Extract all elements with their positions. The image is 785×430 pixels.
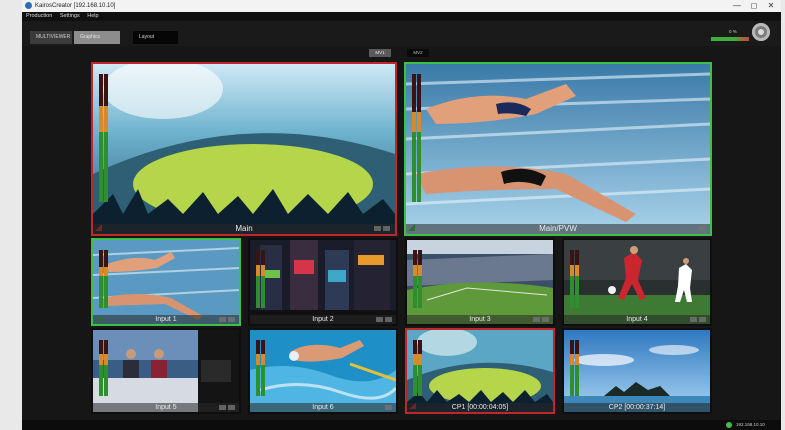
maximize-button[interactable]: ◻: [747, 1, 761, 11]
scene-sky-island: [564, 330, 710, 412]
menu-settings[interactable]: Settings: [60, 13, 80, 19]
menu-help[interactable]: Help: [87, 13, 98, 19]
tile-label: CP1 [00:00:04:05]: [407, 403, 553, 412]
connection-status-icon: [726, 422, 732, 428]
tile-label: Input 4: [564, 315, 710, 324]
audio-meter: [99, 250, 109, 308]
audio-meter: [256, 340, 266, 396]
audio-meter: [413, 250, 423, 308]
audio-level-bar: [711, 37, 749, 41]
tile-label: CP2 [00:00:37:14]: [564, 403, 710, 412]
audio-meter: [256, 250, 266, 308]
title-bar: KairosCreator [192.168.10.10] — ◻ ✕: [22, 0, 781, 12]
status-ip-address: 192.168.10.10: [736, 422, 765, 427]
scene-stadium: [407, 330, 553, 412]
tile-label: Input 3: [407, 315, 553, 324]
tile-input-4[interactable]: Input 4: [562, 238, 712, 326]
layout-button[interactable]: Layout: [133, 31, 178, 44]
scene-swimmer: [250, 330, 396, 412]
tile-main[interactable]: Main: [91, 62, 397, 236]
minimize-button[interactable]: —: [730, 1, 744, 11]
status-bar: [22, 420, 781, 430]
audio-meter: [99, 74, 109, 202]
tile-label: Input 5: [93, 403, 239, 412]
record-button[interactable]: [752, 23, 770, 41]
scene-city-night: [250, 240, 396, 324]
tile-label: Input 6: [250, 403, 396, 412]
tile-label: Main: [93, 224, 395, 234]
tile-main-pvw[interactable]: Main/PVW: [404, 62, 712, 236]
scene-stadium: [93, 64, 395, 234]
tile-input-2[interactable]: Input 2: [248, 238, 398, 326]
tile-input-1[interactable]: Input 1: [91, 238, 241, 326]
tile-input-5[interactable]: Input 5: [91, 328, 241, 414]
tab-mv2[interactable]: MV2: [407, 49, 429, 57]
audio-meter: [412, 74, 422, 202]
tile-label: Input 1: [93, 315, 239, 324]
scene-stadium-day: [407, 240, 553, 324]
tile-input-6[interactable]: Input 6: [248, 328, 398, 414]
app-window: KairosCreator [192.168.10.10] — ◻ ✕ Prod…: [22, 0, 781, 430]
tile-label: Main/PVW: [406, 224, 710, 234]
menu-production[interactable]: Production: [26, 13, 52, 19]
multiviewer-button[interactable]: MULTIVIEWER: [30, 31, 72, 44]
scene-swim-pool: [93, 240, 239, 324]
tab-mv1[interactable]: MV1: [369, 49, 391, 57]
app-logo-icon: [25, 2, 32, 9]
audio-meter: [413, 340, 423, 396]
tile-label: Input 2: [250, 315, 396, 324]
tile-cp2[interactable]: CP2 [00:00:37:14]: [562, 328, 712, 414]
window-title: KairosCreator [192.168.10.10]: [35, 3, 116, 9]
audio-meter: [570, 250, 580, 308]
level-percent: 0 %: [729, 29, 737, 34]
tile-input-3[interactable]: Input 3: [405, 238, 555, 326]
graphics-button[interactable]: Graphics: [74, 31, 120, 44]
scene-news-studio: [93, 330, 239, 412]
audio-meter: [570, 340, 580, 396]
close-button[interactable]: ✕: [764, 1, 778, 11]
scene-swim-pool: [406, 64, 710, 234]
scene-soccer: [564, 240, 710, 324]
menu-bar: Production Settings Help: [22, 12, 781, 21]
tile-cp1[interactable]: CP1 [00:00:04:05]: [405, 328, 555, 414]
audio-meter: [99, 340, 109, 396]
